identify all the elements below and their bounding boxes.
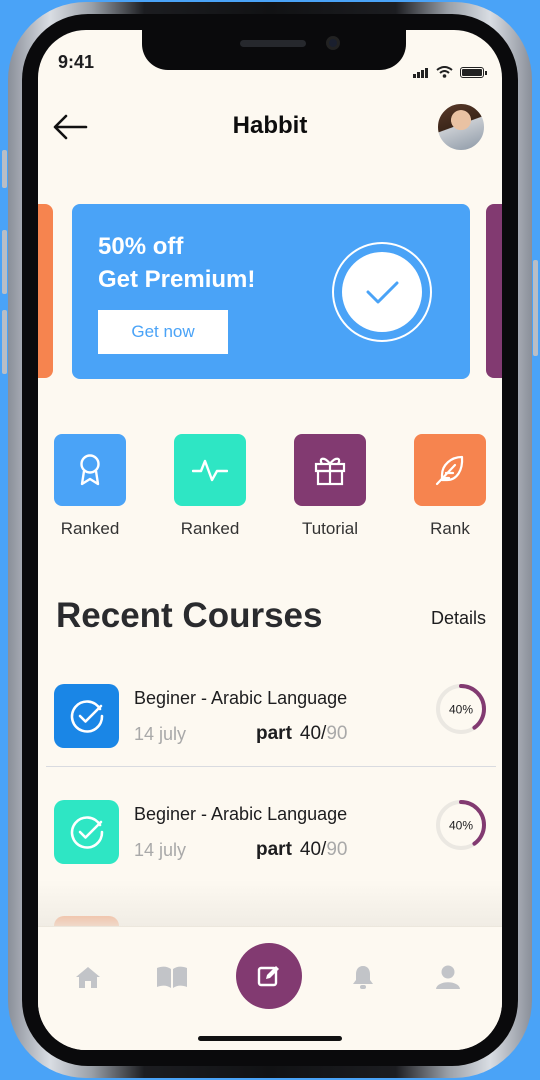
nav-library[interactable]: [152, 957, 192, 997]
part-total: 90: [326, 839, 348, 860]
course-icon-box: [54, 684, 119, 748]
promo-headline: Get Premium!: [98, 266, 256, 293]
battery-icon: [460, 67, 487, 78]
wifi-icon: [436, 66, 453, 78]
feather-icon: [435, 455, 464, 486]
cellular-signal-icon: [413, 60, 429, 78]
check-circle-icon: [70, 700, 103, 733]
progress-label: 40%: [449, 819, 473, 833]
promo-discount: 50% off: [98, 233, 184, 260]
part-label: part: [256, 723, 292, 744]
notch: [142, 30, 406, 70]
volume-down-button: [2, 310, 7, 374]
nav-notifications[interactable]: [343, 957, 383, 997]
category-rank[interactable]: Rank: [414, 434, 486, 539]
user-avatar[interactable]: [436, 102, 486, 152]
course-part: part 40/90: [256, 723, 347, 745]
category-label: Rank: [430, 519, 470, 538]
activity-pulse-icon: [192, 459, 228, 482]
course-title: Beginer - Arabic Language: [134, 804, 348, 824]
previous-promo-card[interactable]: [38, 204, 53, 378]
section-title: Recent Courses: [56, 596, 323, 635]
app-header: Habbit: [38, 102, 502, 152]
category-tile: [174, 434, 246, 506]
progress-ring: 40%: [436, 800, 486, 850]
list-divider: [46, 766, 496, 767]
user-icon: [436, 965, 460, 989]
course-item[interactable]: Beginer - Arabic Language 14 july part 40…: [38, 684, 502, 784]
status-time: 9:41: [58, 52, 95, 72]
course-date: 14 july: [134, 840, 187, 860]
course-part: part 40/90: [256, 839, 347, 861]
part-current: 40/: [299, 839, 327, 860]
checkmark-icon: [366, 281, 399, 304]
app-screen: 9:41 Habbit 50% off Get Premium! Get now: [38, 30, 502, 1050]
category-row: Ranked Ranked Tutorial Rank: [54, 434, 486, 544]
category-ranked-activity[interactable]: Ranked: [174, 434, 246, 539]
part-current: 40/: [299, 723, 327, 744]
bell-icon: [353, 966, 373, 989]
category-tile: [294, 434, 366, 506]
power-button: [533, 260, 538, 356]
part-total: 90: [326, 723, 348, 744]
promo-check-ring: [332, 242, 432, 342]
progress-label: 40%: [449, 703, 473, 717]
front-camera: [326, 36, 340, 50]
next-promo-card[interactable]: [486, 204, 502, 378]
category-tile: [54, 434, 126, 506]
speaker-grille: [240, 40, 306, 47]
category-label: Ranked: [60, 519, 120, 538]
home-indicator: [198, 1036, 342, 1041]
page-title: Habbit: [232, 112, 308, 139]
edit-icon: [257, 966, 279, 987]
category-tutorial[interactable]: Tutorial: [294, 434, 366, 539]
category-ranked[interactable]: Ranked: [54, 434, 126, 539]
book-icon: [157, 966, 187, 988]
nav-create[interactable]: [236, 943, 302, 1009]
part-label: part: [256, 839, 292, 860]
check-circle-icon: [70, 816, 103, 849]
award-ribbon-icon: [80, 454, 100, 486]
promo-card[interactable]: 50% off Get Premium! Get now: [72, 204, 470, 379]
nav-home[interactable]: [68, 957, 108, 997]
progress-ring: 40%: [436, 684, 486, 734]
gift-icon: [314, 457, 346, 486]
category-label: Ranked: [180, 519, 240, 538]
course-icon-box: [54, 800, 119, 864]
category-label: Tutorial: [301, 519, 359, 538]
status-icons: [413, 60, 487, 78]
mute-switch: [2, 150, 7, 188]
volume-up-button: [2, 230, 7, 294]
course-title: Beginer - Arabic Language: [134, 688, 348, 708]
home-icon: [76, 967, 100, 988]
scroll-fade: [38, 880, 502, 930]
course-date: 14 july: [134, 724, 187, 744]
bottom-nav: [38, 926, 502, 1050]
promo-text: 50% off Get Premium!: [98, 230, 255, 296]
details-link[interactable]: Details: [431, 608, 486, 629]
nav-profile[interactable]: [428, 957, 468, 997]
promo-badge: [342, 252, 422, 332]
get-now-button[interactable]: Get now: [98, 310, 228, 354]
category-tile: [414, 434, 486, 506]
